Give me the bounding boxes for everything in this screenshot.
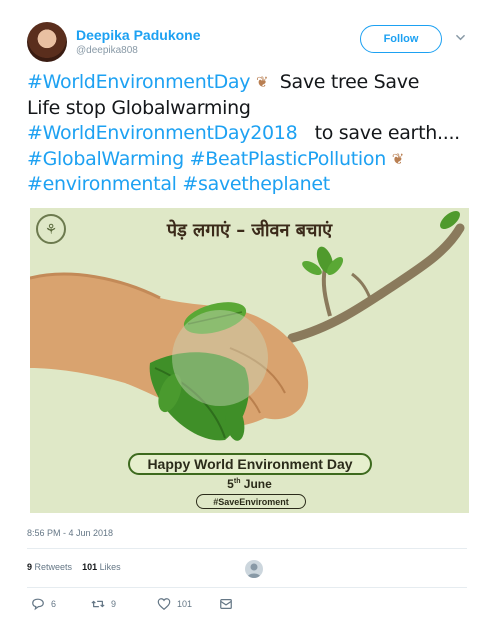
- divider: [27, 548, 467, 549]
- tweet-text-segment: Save tree Save: [268, 71, 420, 93]
- divider: [27, 587, 467, 588]
- hashtag-link[interactable]: #environmental: [27, 173, 177, 195]
- retweet-count: 9: [111, 599, 117, 609]
- engagement-stats: 9 Retweets 101 Likes: [27, 562, 121, 572]
- environment-day-banner: Happy World Environment Day: [128, 453, 372, 475]
- user-name[interactable]: Deepika Padukone: [76, 27, 201, 43]
- tweet-media-image[interactable]: ⚘ पेड़ लगाएं – जीवन बचाएं Happy World En…: [30, 208, 469, 513]
- avatar[interactable]: [27, 22, 67, 62]
- heart-icon: [157, 598, 171, 611]
- like-button[interactable]: 101: [157, 597, 192, 611]
- leaf-fluttering-emoji-icon: ❦: [255, 73, 269, 91]
- date-label: 5th June: [30, 477, 469, 491]
- reply-count: 6: [51, 599, 57, 609]
- likes-label: Likes: [99, 562, 121, 572]
- tweet-text: #WorldEnvironmentDay ❦ Save tree Save Li…: [27, 70, 477, 198]
- retweets-count: 9: [27, 562, 33, 572]
- user-handle[interactable]: @deepika808: [76, 45, 138, 56]
- tweet-text-segment: to save earth....: [297, 122, 461, 144]
- direct-message-button[interactable]: [219, 597, 233, 611]
- date-month: June: [240, 477, 272, 491]
- reply-button[interactable]: 6: [31, 597, 56, 611]
- hashtag-link[interactable]: #WorldEnvironmentDay2018: [27, 122, 298, 144]
- hashtag-link[interactable]: #WorldEnvironmentDay: [27, 71, 251, 93]
- retweets-label: Retweets: [34, 562, 73, 572]
- tweet-timestamp[interactable]: 8:56 PM - 4 Jun 2018: [27, 528, 113, 538]
- retweet-icon: [91, 600, 105, 608]
- user-silhouette-icon: [247, 563, 261, 578]
- likes-stat[interactable]: 101 Likes: [82, 562, 121, 572]
- hashtag-link[interactable]: #GlobalWarming: [27, 148, 184, 170]
- retweet-button[interactable]: 9: [91, 597, 116, 611]
- liker-avatar[interactable]: [245, 560, 263, 578]
- hashtag-link[interactable]: #BeatPlasticPollution: [190, 148, 387, 170]
- hashtag-link[interactable]: #savetheplanet: [182, 173, 330, 195]
- hindi-title: पेड़ लगाएं – जीवन बचाएं: [166, 220, 333, 241]
- date-day: 5: [227, 477, 234, 491]
- envelope-icon: [220, 599, 232, 609]
- chevron-down-icon[interactable]: [456, 33, 465, 42]
- like-count: 101: [177, 599, 193, 609]
- save-environment-hashtag: #SaveEnviroment: [196, 494, 306, 509]
- tweet-text-segment: Life stop Globalwarming: [27, 96, 251, 119]
- retweets-stat[interactable]: 9 Retweets: [27, 562, 72, 572]
- follow-button[interactable]: Follow: [360, 25, 442, 53]
- leaf-fluttering-emoji-icon: ❦: [391, 149, 405, 168]
- reply-icon: [32, 598, 44, 611]
- likes-count: 101: [82, 562, 98, 572]
